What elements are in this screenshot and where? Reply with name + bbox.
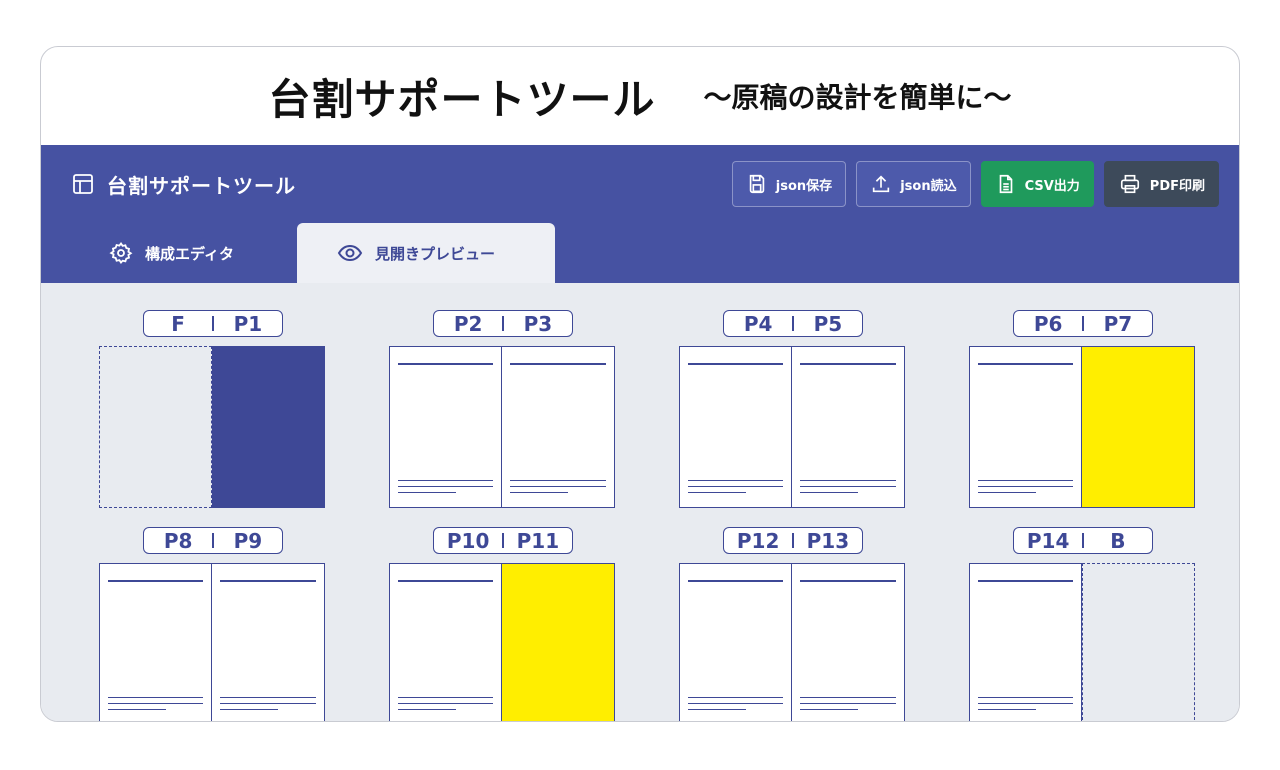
page-text: [389, 563, 502, 721]
eye-icon: [337, 242, 363, 264]
right-page-number: P13: [806, 528, 850, 553]
json-load-button[interactable]: json読込: [856, 161, 971, 207]
csv-export-button[interactable]: CSV出力: [980, 161, 1094, 207]
spreadsheet-file-icon: [995, 173, 1017, 195]
csv-export-label: CSV出力: [1024, 178, 1080, 194]
banner-subtitle: 〜原稿の設計を簡単に〜: [703, 81, 1012, 114]
page-text: [679, 346, 792, 508]
page-text: [389, 346, 502, 508]
page-text: [969, 563, 1082, 721]
page-pair: [969, 346, 1195, 508]
right-page-number: P5: [813, 311, 843, 336]
page-highlighted: [1082, 346, 1195, 508]
layout-icon: [71, 172, 95, 196]
gear-icon: [109, 241, 133, 265]
left-page-number: P10: [446, 528, 490, 553]
left-page-number: P6: [1033, 311, 1063, 336]
pdf-print-button[interactable]: PDF印刷: [1103, 161, 1219, 207]
printer-icon: [1118, 173, 1142, 195]
page-blank: [99, 346, 212, 508]
page-pair: [969, 563, 1195, 721]
tab-editor[interactable]: 構成エディタ: [41, 223, 297, 283]
right-page-number: P9: [233, 528, 263, 553]
page-highlighted: [502, 563, 615, 721]
spread-preview-grid: F P1 P2 P3 P4 P5 P6 P7 P8 P9 P10 P11 P12…: [41, 283, 1239, 721]
right-page-number: P3: [523, 311, 553, 336]
page-pair: [99, 563, 325, 721]
spread-label: P2 P3: [433, 310, 573, 337]
left-page-number: F: [171, 311, 185, 336]
spread-label: F P1: [143, 310, 283, 337]
left-page-number: P8: [163, 528, 193, 553]
page-text: [792, 563, 905, 721]
page-text: [99, 563, 212, 721]
left-page-number: P14: [1026, 528, 1070, 553]
pdf-print-label: PDF印刷: [1149, 178, 1205, 194]
page-text: [212, 563, 325, 721]
right-page-number: P1: [233, 311, 263, 336]
save-icon: [746, 173, 768, 195]
left-page-number: P2: [453, 311, 483, 336]
page-text: [969, 346, 1082, 508]
left-page-number: P4: [743, 311, 773, 336]
toolbar: json保存 json読込 CSV出力 PDF印刷: [731, 161, 1219, 207]
page-pair: [99, 346, 325, 508]
page-pair: [389, 563, 615, 721]
spread-label: P10 P11: [433, 527, 573, 554]
spread-label: P8 P9: [143, 527, 283, 554]
spread-label: P12 P13: [723, 527, 863, 554]
page-pair: [389, 346, 615, 508]
page-pair: [679, 563, 905, 721]
spread-label: P6 P7: [1013, 310, 1153, 337]
tab-preview-label: 見開きプレビュー: [375, 244, 496, 263]
json-save-button[interactable]: json保存: [731, 161, 847, 207]
spread-label: P4 P5: [723, 310, 863, 337]
right-page-number: P7: [1103, 311, 1133, 336]
app-frame: 台割サポートツール 〜原稿の設計を簡単に〜 台割サポートツール json保存 j…: [40, 46, 1240, 722]
brand-name: 台割サポートツール: [107, 173, 296, 198]
brand: 台割サポートツール: [71, 169, 296, 199]
page-text: [792, 346, 905, 508]
page-text: [502, 346, 615, 508]
right-page-number: B: [1110, 528, 1126, 553]
banner-title: 台割サポートツール: [268, 74, 656, 124]
tab-editor-label: 構成エディタ: [145, 244, 234, 263]
left-page-number: P12: [736, 528, 780, 553]
page-blank: [1082, 563, 1195, 721]
tab-bar: 構成エディタ 見開きプレビュー: [41, 223, 555, 283]
page-cover-colored: [212, 346, 325, 508]
page-text: [679, 563, 792, 721]
tab-preview[interactable]: 見開きプレビュー: [297, 223, 555, 283]
banner: 台割サポートツール 〜原稿の設計を簡単に〜: [41, 47, 1239, 145]
page-pair: [679, 346, 905, 508]
app-header: 台割サポートツール json保存 json読込 CSV出力 PDF印刷 構成エデ…: [41, 145, 1239, 283]
json-save-label: json保存: [775, 178, 833, 194]
right-page-number: P11: [516, 528, 560, 553]
spread-label: P14 B: [1013, 527, 1153, 554]
json-load-label: json読込: [900, 178, 957, 194]
upload-icon: [870, 173, 892, 195]
